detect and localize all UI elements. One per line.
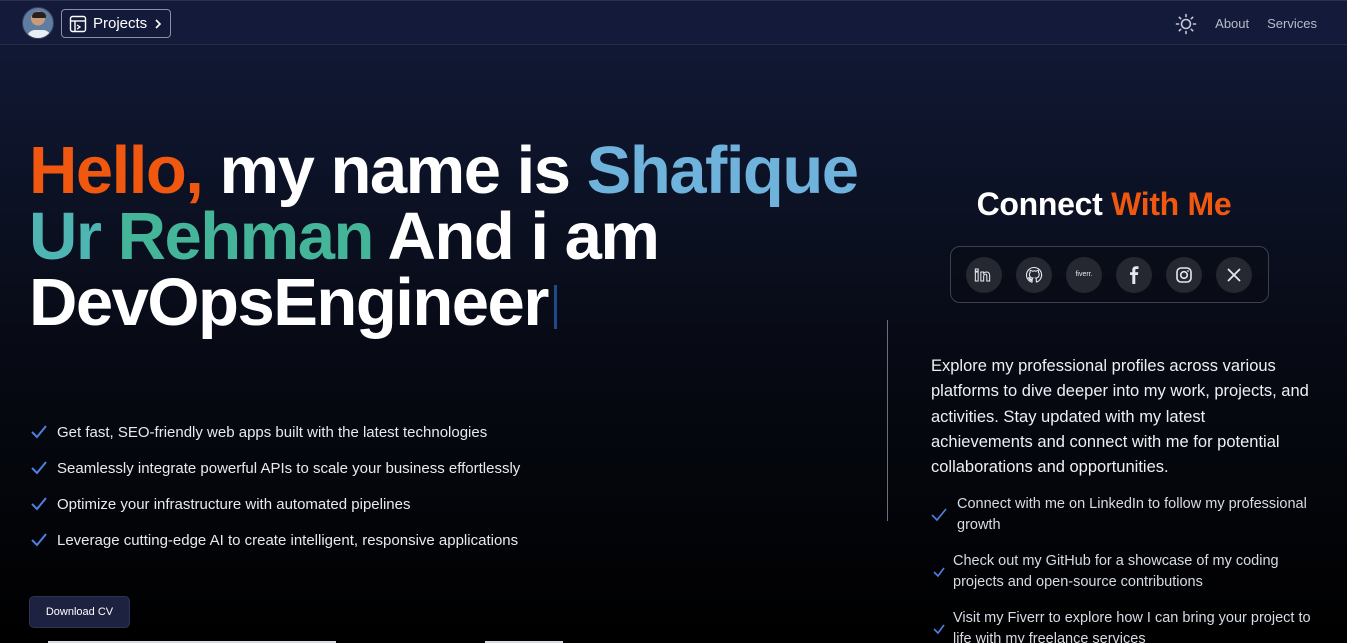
avatar[interactable] <box>22 7 54 39</box>
check-icon <box>31 461 47 475</box>
projects-label: Projects <box>93 15 148 32</box>
profile-item: Connect with me on LinkedIn to follow my… <box>928 494 1318 551</box>
hero-and-i-am: And i am <box>372 199 660 274</box>
connect-heading: Connect With Me <box>930 186 1278 223</box>
theme-toggle-sun-icon[interactable] <box>1175 13 1197 35</box>
nav-about-link[interactable]: About <box>1215 16 1249 31</box>
feature-text: Leverage cutting-edge AI to create intel… <box>57 531 519 549</box>
check-icon <box>933 624 945 635</box>
projects-button[interactable]: Projects <box>61 9 171 38</box>
hero-first-name: Shafique <box>586 133 859 208</box>
github-icon[interactable] <box>1016 256 1052 293</box>
check-icon <box>31 533 47 547</box>
connect-title-part2: With Me <box>1111 186 1232 222</box>
profile-item-text: Connect with me on LinkedIn to follow my… <box>957 496 1307 533</box>
nav-services-link[interactable]: Services <box>1267 16 1317 31</box>
hero-heading: Hello, my name is Shafique Ur Rehman And… <box>29 137 889 336</box>
vertical-divider <box>887 320 888 521</box>
feature-item: Leverage cutting-edge AI to create intel… <box>29 522 520 558</box>
feature-text: Get fast, SEO-friendly web apps built wi… <box>57 423 488 441</box>
profile-item-text: Check out my GitHub for a showcase of my… <box>953 553 1279 590</box>
instagram-icon[interactable] <box>1166 256 1202 293</box>
top-navbar: Projects About Services <box>0 0 1347 45</box>
feature-list: Get fast, SEO-friendly web apps built wi… <box>29 414 520 558</box>
avatar-shirt <box>27 30 51 38</box>
profile-item-text: Visit my Fiverr to explore how I can bri… <box>953 610 1311 643</box>
fiverr-icon[interactable]: fiverr. <box>1066 256 1102 293</box>
profile-item: Check out my GitHub for a showcase of my… <box>928 551 1318 608</box>
linkedin-icon[interactable]: in <box>966 256 1002 293</box>
chevron-right-icon <box>155 18 162 29</box>
hero-my-name-is: my name is <box>202 133 587 208</box>
x-icon[interactable] <box>1216 256 1252 293</box>
connect-intro-text: Explore my professional profiles across … <box>931 357 1309 477</box>
fiverr-text: fiverr. <box>1075 271 1093 278</box>
svg-text:in: in <box>974 266 991 284</box>
hero-hello: Hello, <box>29 133 204 208</box>
projects-icon <box>69 15 87 32</box>
check-icon <box>31 425 47 439</box>
avatar-hair <box>32 12 46 18</box>
download-cv-button[interactable]: Download CV <box>29 596 130 628</box>
check-icon <box>31 497 47 511</box>
feature-text: Optimize your infrastructure with automa… <box>57 495 411 513</box>
hero-last-name: Rehman <box>117 199 375 274</box>
check-icon <box>933 567 945 578</box>
connect-title-part1: Connect <box>976 186 1112 222</box>
check-icon <box>931 508 947 522</box>
profile-list: Connect with me on LinkedIn to follow my… <box>928 494 1318 643</box>
top-nav: About Services <box>1175 1 1317 46</box>
typing-cursor <box>553 285 557 329</box>
facebook-icon[interactable] <box>1116 256 1152 293</box>
feature-item: Seamlessly integrate powerful APIs to sc… <box>29 450 520 486</box>
feature-item: Get fast, SEO-friendly web apps built wi… <box>29 414 520 450</box>
feature-text: Seamlessly integrate powerful APIs to sc… <box>57 459 521 477</box>
social-links: in fiverr. <box>950 246 1269 303</box>
feature-item: Optimize your infrastructure with automa… <box>29 486 520 522</box>
hero-role: DevOpsEngineer <box>29 265 549 340</box>
profile-item: Visit my Fiverr to explore how I can bri… <box>928 608 1318 643</box>
hero-ur: Ur <box>29 199 118 274</box>
